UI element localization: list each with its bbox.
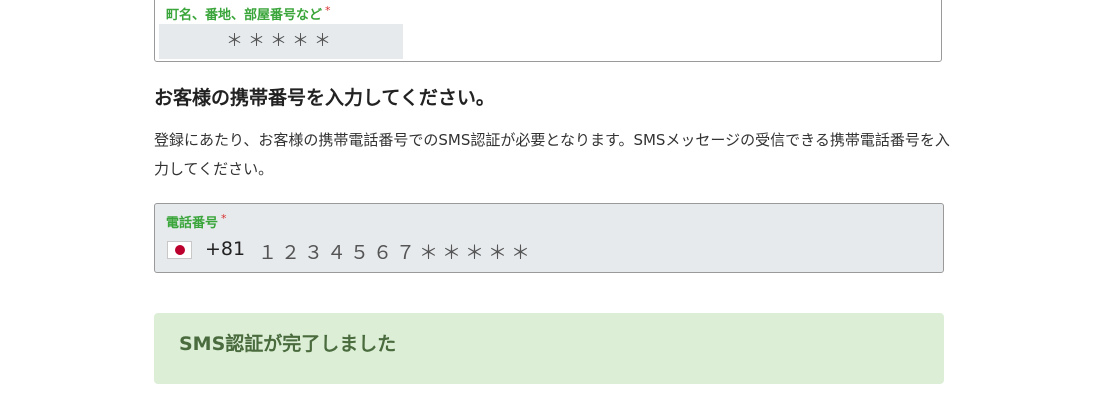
flag-circle	[174, 245, 185, 255]
phone-section-description: 登録にあたり、お客様の携帯電話番号でのSMS認証が必要となります。SMSメッセー…	[154, 131, 950, 178]
address-field-label-text: 町名、番地、部屋番号など	[166, 8, 323, 23]
japan-flag-icon[interactable]	[167, 241, 192, 259]
address-input[interactable]: ＊＊＊＊＊	[159, 24, 403, 59]
phone-section-heading: お客様の携帯番号を入力してください。	[154, 87, 495, 109]
address-field-label: 町名、番地、部屋番号など *	[166, 4, 331, 23]
required-marker: *	[221, 212, 227, 225]
required-marker: *	[325, 4, 331, 17]
sms-success-banner: SMS認証が完了しました	[154, 313, 944, 384]
phone-field-label-text: 電話番号	[166, 216, 219, 231]
phone-field[interactable]: 電話番号 * +81 １２３４５６７＊＊＊＊＊	[154, 203, 944, 273]
phone-field-label: 電話番号 *	[166, 212, 227, 231]
sms-success-message: SMS認証が完了しました	[179, 333, 397, 355]
address-field[interactable]: 町名、番地、部屋番号など * ＊＊＊＊＊	[154, 0, 942, 62]
registration-form: 町名、番地、部屋番号など * ＊＊＊＊＊ お客様の携帯番号を入力してください。 登…	[0, 0, 1099, 402]
phone-input[interactable]: １２３４５６７＊＊＊＊＊	[258, 238, 534, 265]
country-code: +81	[205, 238, 246, 260]
